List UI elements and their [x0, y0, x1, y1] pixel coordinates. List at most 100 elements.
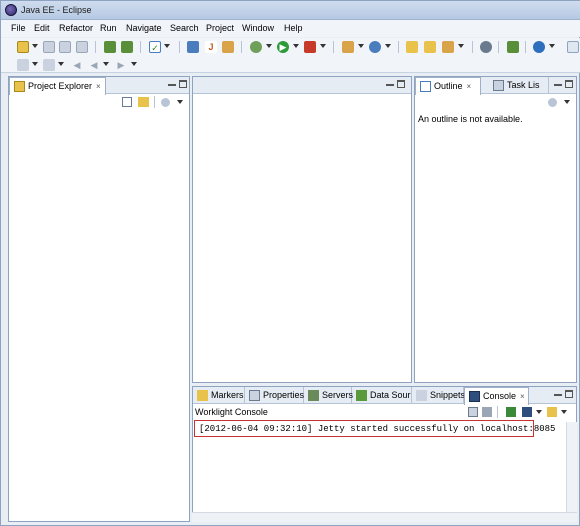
back-dropdown-icon[interactable] — [103, 62, 109, 66]
forward-dropdown-icon[interactable] — [131, 62, 137, 66]
folder-icon[interactable] — [406, 41, 418, 53]
tab-properties[interactable]: Properties — [245, 387, 304, 404]
tab-project-explorer[interactable]: Project Explorer × — [9, 77, 106, 95]
open-console-icon[interactable] — [547, 407, 557, 417]
maximize-icon[interactable] — [565, 80, 573, 88]
minimize-icon[interactable] — [386, 80, 394, 86]
menu-search[interactable]: Search — [170, 23, 199, 33]
forward-icon[interactable]: ◀ — [88, 59, 100, 71]
next-annotation-icon[interactable] — [17, 59, 29, 71]
external-tools-dropdown-icon[interactable] — [358, 44, 364, 48]
minimize-icon[interactable] — [554, 390, 562, 396]
project-explorer-panel: Project Explorer × — [8, 76, 190, 522]
outline-message: An outline is not available. — [418, 114, 523, 124]
tab-console[interactable]: Console × — [464, 387, 529, 405]
open-console-dropdown-icon[interactable] — [561, 410, 567, 414]
menu-window[interactable]: Window — [242, 23, 274, 33]
open-resource-icon[interactable] — [121, 41, 133, 53]
pen-dropdown-icon[interactable] — [458, 44, 464, 48]
minimize-icon[interactable] — [554, 80, 562, 86]
tab-markers[interactable]: Markers — [193, 387, 245, 404]
toolbar-separator — [241, 41, 242, 53]
tab-snippets[interactable]: Snippets — [412, 387, 465, 404]
save-icon[interactable] — [43, 41, 55, 53]
console-output: [2012-06-04 09:32:10] Jetty started succ… — [194, 420, 555, 437]
new-server-icon[interactable] — [369, 41, 381, 53]
project-explorer-tabstrip: Project Explorer × — [9, 77, 189, 95]
profile-dropdown-icon[interactable] — [320, 44, 326, 48]
menu-run[interactable]: Run — [100, 23, 117, 33]
toolbar-separator — [497, 406, 498, 418]
web-browser-dropdown-icon[interactable] — [549, 44, 555, 48]
open-java-icon[interactable] — [187, 41, 199, 53]
prev-annotation-dropdown-icon[interactable] — [58, 62, 64, 66]
close-icon[interactable]: × — [96, 82, 101, 91]
perspective-icon[interactable] — [567, 41, 579, 53]
save-all-icon[interactable] — [59, 41, 71, 53]
run-icon[interactable]: ▶ — [277, 41, 289, 53]
check-icon[interactable]: ✓ — [149, 41, 161, 53]
debug-icon[interactable] — [250, 41, 262, 53]
last-edit-icon[interactable]: ▶ — [115, 59, 127, 71]
tab-data-source[interactable]: Data Sour — [352, 387, 412, 404]
next-annotation-dropdown-icon[interactable] — [32, 62, 38, 66]
menu-project[interactable]: Project — [206, 23, 234, 33]
tab-label: Data Sour — [370, 390, 411, 400]
toolbar-separator — [179, 41, 180, 53]
menu-edit[interactable]: Edit — [34, 23, 50, 33]
servers-icon — [308, 390, 319, 401]
view-menu-icon[interactable] — [177, 100, 183, 104]
secondary-toolbar: ◀ ◀ ▶ — [1, 56, 580, 73]
profile-icon[interactable] — [304, 41, 316, 53]
close-icon[interactable]: × — [467, 82, 472, 91]
menu-help[interactable]: Help — [284, 23, 303, 33]
menu-navigate[interactable]: Navigate — [126, 23, 162, 33]
close-icon[interactable]: × — [520, 392, 525, 401]
scroll-lock-icon[interactable] — [482, 407, 492, 417]
search-icon[interactable] — [507, 41, 519, 53]
collapse-all-icon[interactable] — [122, 97, 132, 107]
web-browser-icon[interactable] — [533, 41, 545, 53]
task-list-icon — [493, 80, 504, 91]
filter-icon[interactable] — [548, 98, 557, 107]
display-console-dropdown-icon[interactable] — [536, 410, 542, 414]
link-with-editor-icon[interactable] — [138, 97, 149, 107]
print-icon[interactable] — [76, 41, 88, 53]
menu-file[interactable]: File — [11, 23, 26, 33]
debug-dropdown-icon[interactable] — [266, 44, 272, 48]
view-menu-icon[interactable] — [564, 100, 570, 104]
clear-console-icon[interactable] — [468, 407, 478, 417]
new-server-dropdown-icon[interactable] — [385, 44, 391, 48]
minimize-icon[interactable] — [168, 80, 176, 86]
external-tools-icon[interactable] — [342, 41, 354, 53]
new-icon[interactable] — [17, 41, 29, 53]
pin-console-icon[interactable] — [506, 407, 516, 417]
jsp-icon[interactable]: J — [205, 41, 217, 53]
display-console-icon[interactable] — [522, 407, 532, 417]
filter-icon[interactable] — [161, 98, 170, 107]
open-type-icon[interactable] — [104, 41, 116, 53]
open-folder-icon[interactable] — [424, 41, 436, 53]
window-title: Java EE - Eclipse — [21, 5, 92, 15]
maximize-icon[interactable] — [565, 390, 573, 398]
pen-icon[interactable] — [442, 41, 454, 53]
back-icon[interactable]: ◀ — [71, 59, 83, 71]
tab-outline[interactable]: Outline × — [415, 77, 481, 95]
check-dropdown-icon[interactable] — [164, 44, 170, 48]
vertical-scrollbar[interactable] — [566, 422, 577, 512]
jar-icon[interactable] — [222, 41, 234, 53]
globe-icon[interactable] — [480, 41, 492, 53]
prev-annotation-icon[interactable] — [43, 59, 55, 71]
eclipse-window: Java EE - Eclipse File Edit Refactor Run… — [0, 0, 580, 526]
tab-servers[interactable]: Servers — [304, 387, 353, 404]
project-explorer-icon — [14, 81, 25, 92]
horizontal-scrollbar[interactable] — [192, 512, 577, 522]
tab-task-list[interactable]: Task Lis — [489, 77, 549, 94]
toolbar-separator — [472, 41, 473, 53]
data-source-icon — [356, 390, 367, 401]
maximize-icon[interactable] — [397, 80, 405, 88]
maximize-icon[interactable] — [179, 80, 187, 88]
new-dropdown-icon[interactable] — [32, 44, 38, 48]
run-dropdown-icon[interactable] — [293, 44, 299, 48]
menu-refactor[interactable]: Refactor — [59, 23, 93, 33]
